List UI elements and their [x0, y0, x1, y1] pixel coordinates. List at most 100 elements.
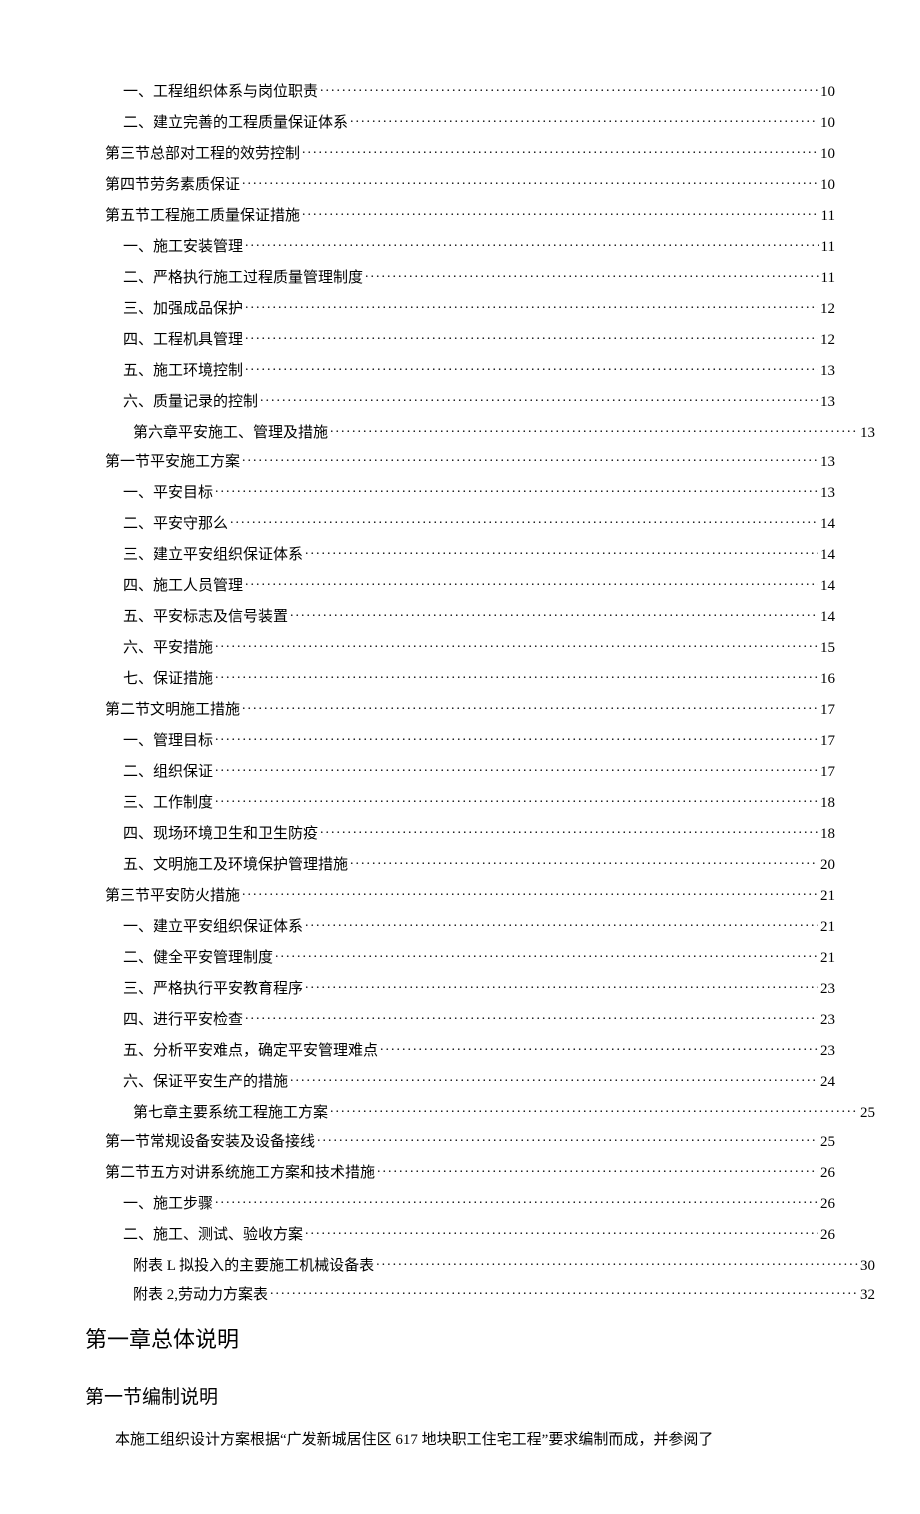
toc-leader-dots: [242, 174, 818, 189]
toc-leader-dots: [302, 205, 819, 220]
toc-entry: 五、施工环境控制13: [85, 359, 835, 380]
toc-entry: 四、工程机具管理 12: [85, 328, 835, 349]
toc-label: 四、进行平安检查: [123, 1008, 243, 1029]
toc-leader-dots: [305, 978, 818, 993]
toc-leader-dots: [290, 606, 818, 621]
toc-page-number: 26: [820, 1196, 835, 1213]
toc-page-number: 17: [820, 733, 835, 750]
toc-entry: 第七章主要系统工程施工方案25: [85, 1101, 875, 1122]
toc-label: 三、严格执行平安教育程序: [123, 977, 303, 998]
toc-leader-dots: [302, 143, 818, 158]
toc-entry: 三、严格执行平安教育程序23: [85, 977, 835, 998]
toc-leader-dots: [242, 699, 818, 714]
toc-page-number: 12: [820, 332, 835, 349]
toc-label: 第二节五方对讲系统施工方案和技术措施: [105, 1161, 375, 1182]
toc-entry: 二、建立完善的工程质量保证体系10: [85, 111, 835, 132]
toc-entry: 第六章平安施工、管理及措施13: [85, 421, 875, 442]
toc-entry: 附表 L 拟投入的主要施工机械设备表 30: [85, 1254, 875, 1275]
toc-entry: 六、保证平安生产的措施24: [85, 1070, 835, 1091]
toc-label: 附表 L 拟投入的主要施工机械设备表: [133, 1254, 374, 1275]
toc-entry: 第一节常规设备安装及设备接线25: [85, 1130, 835, 1151]
toc-page-number: 25: [820, 1134, 835, 1151]
table-of-contents: 一、工程组织体系与岗位职责10二、建立完善的工程质量保证体系10第三节总部对工程…: [85, 80, 835, 1304]
toc-entry: 二、健全平安管理制度 21: [85, 946, 835, 967]
toc-label: 四、工程机具管理: [123, 328, 243, 349]
toc-leader-dots: [350, 112, 818, 127]
toc-label: 第一节平安施工方案: [105, 450, 240, 471]
toc-label: 第二节文明施工措施: [105, 698, 240, 719]
toc-entry: 二、平安守那么14: [85, 512, 835, 533]
toc-page-number: 30: [860, 1258, 875, 1275]
toc-page-number: 13: [820, 485, 835, 502]
toc-entry: 三、工作制度18: [85, 791, 835, 812]
toc-leader-dots: [245, 329, 818, 344]
toc-leader-dots: [230, 513, 818, 528]
toc-page-number: 15: [820, 640, 835, 657]
toc-leader-dots: [245, 236, 819, 251]
toc-label: 一、建立平安组织保证体系: [123, 915, 303, 936]
toc-label: 六、保证平安生产的措施: [123, 1070, 288, 1091]
toc-leader-dots: [215, 637, 818, 652]
toc-page-number: 10: [820, 146, 835, 163]
toc-label: 六、平安措施: [123, 636, 213, 657]
toc-page-number: 13: [820, 454, 835, 471]
toc-entry: 一、平安目标 13: [85, 481, 835, 502]
toc-entry: 一、建立平安组织保证体系21: [85, 915, 835, 936]
chapter-heading: 第一章总体说明: [85, 1322, 835, 1354]
toc-label: 一、工程组织体系与岗位职责: [123, 80, 318, 101]
toc-leader-dots: [317, 1131, 818, 1146]
toc-entry: 五、分析平安难点，确定平安管理难点 23: [85, 1039, 835, 1060]
toc-label: 六、质量记录的控制: [123, 390, 258, 411]
toc-label: 二、组织保证: [123, 760, 213, 781]
toc-entry: 五、平安标志及信号装置14: [85, 605, 835, 626]
toc-entry: 第二节五方对讲系统施工方案和技术措施26: [85, 1161, 835, 1182]
toc-leader-dots: [320, 81, 818, 96]
toc-label: 二、平安守那么: [123, 512, 228, 533]
toc-leader-dots: [320, 823, 818, 838]
toc-page-number: 14: [820, 578, 835, 595]
toc-entry: 二、施工、测试、验收方案26: [85, 1223, 835, 1244]
toc-leader-dots: [305, 916, 818, 931]
toc-entry: 第二节文明施工措施17: [85, 698, 835, 719]
toc-entry: 一、工程组织体系与岗位职责 10: [85, 80, 835, 101]
toc-leader-dots: [242, 885, 818, 900]
toc-leader-dots: [330, 422, 858, 437]
toc-label: 一、平安目标: [123, 481, 213, 502]
toc-label: 五、分析平安难点，确定平安管理难点: [123, 1039, 378, 1060]
toc-leader-dots: [242, 451, 818, 466]
toc-leader-dots: [376, 1255, 858, 1270]
toc-label: 第六章平安施工、管理及措施: [133, 421, 328, 442]
toc-label: 三、加强成品保护: [123, 297, 243, 318]
toc-label: 一、施工安装管理: [123, 235, 243, 256]
toc-leader-dots: [380, 1040, 818, 1055]
toc-entry: 二、组织保证17: [85, 760, 835, 781]
toc-page-number: 11: [821, 270, 835, 287]
toc-label: 二、健全平安管理制度: [123, 946, 273, 967]
toc-label: 四、现场环境卫生和卫生防疫: [123, 822, 318, 843]
toc-label: 二、施工、测试、验收方案: [123, 1223, 303, 1244]
toc-page-number: 10: [820, 177, 835, 194]
toc-page-number: 21: [820, 950, 835, 967]
toc-entry: 四、现场环境卫生和卫生防疫 18: [85, 822, 835, 843]
toc-page-number: 13: [820, 394, 835, 411]
toc-leader-dots: [377, 1162, 818, 1177]
toc-label: 一、施工步骤: [123, 1192, 213, 1213]
toc-leader-dots: [245, 575, 818, 590]
toc-label: 一、管理目标: [123, 729, 213, 750]
toc-label: 第七章主要系统工程施工方案: [133, 1101, 328, 1122]
toc-label: 二、建立完善的工程质量保证体系: [123, 111, 348, 132]
toc-label: 四、施工人员管理: [123, 574, 243, 595]
toc-page-number: 10: [820, 84, 835, 101]
toc-label: 三、工作制度: [123, 791, 213, 812]
toc-entry: 一、施工步骤 26: [85, 1192, 835, 1213]
toc-leader-dots: [245, 360, 818, 375]
toc-leader-dots: [215, 668, 818, 683]
toc-page-number: 32: [860, 1287, 875, 1304]
toc-leader-dots: [275, 947, 818, 962]
toc-leader-dots: [215, 761, 818, 776]
toc-label: 第四节劳务素质保证: [105, 173, 240, 194]
toc-page-number: 23: [820, 1043, 835, 1060]
toc-entry: 第四节劳务素质保证 10: [85, 173, 835, 194]
toc-page-number: 18: [820, 826, 835, 843]
toc-entry: 六、平安措施 15: [85, 636, 835, 657]
